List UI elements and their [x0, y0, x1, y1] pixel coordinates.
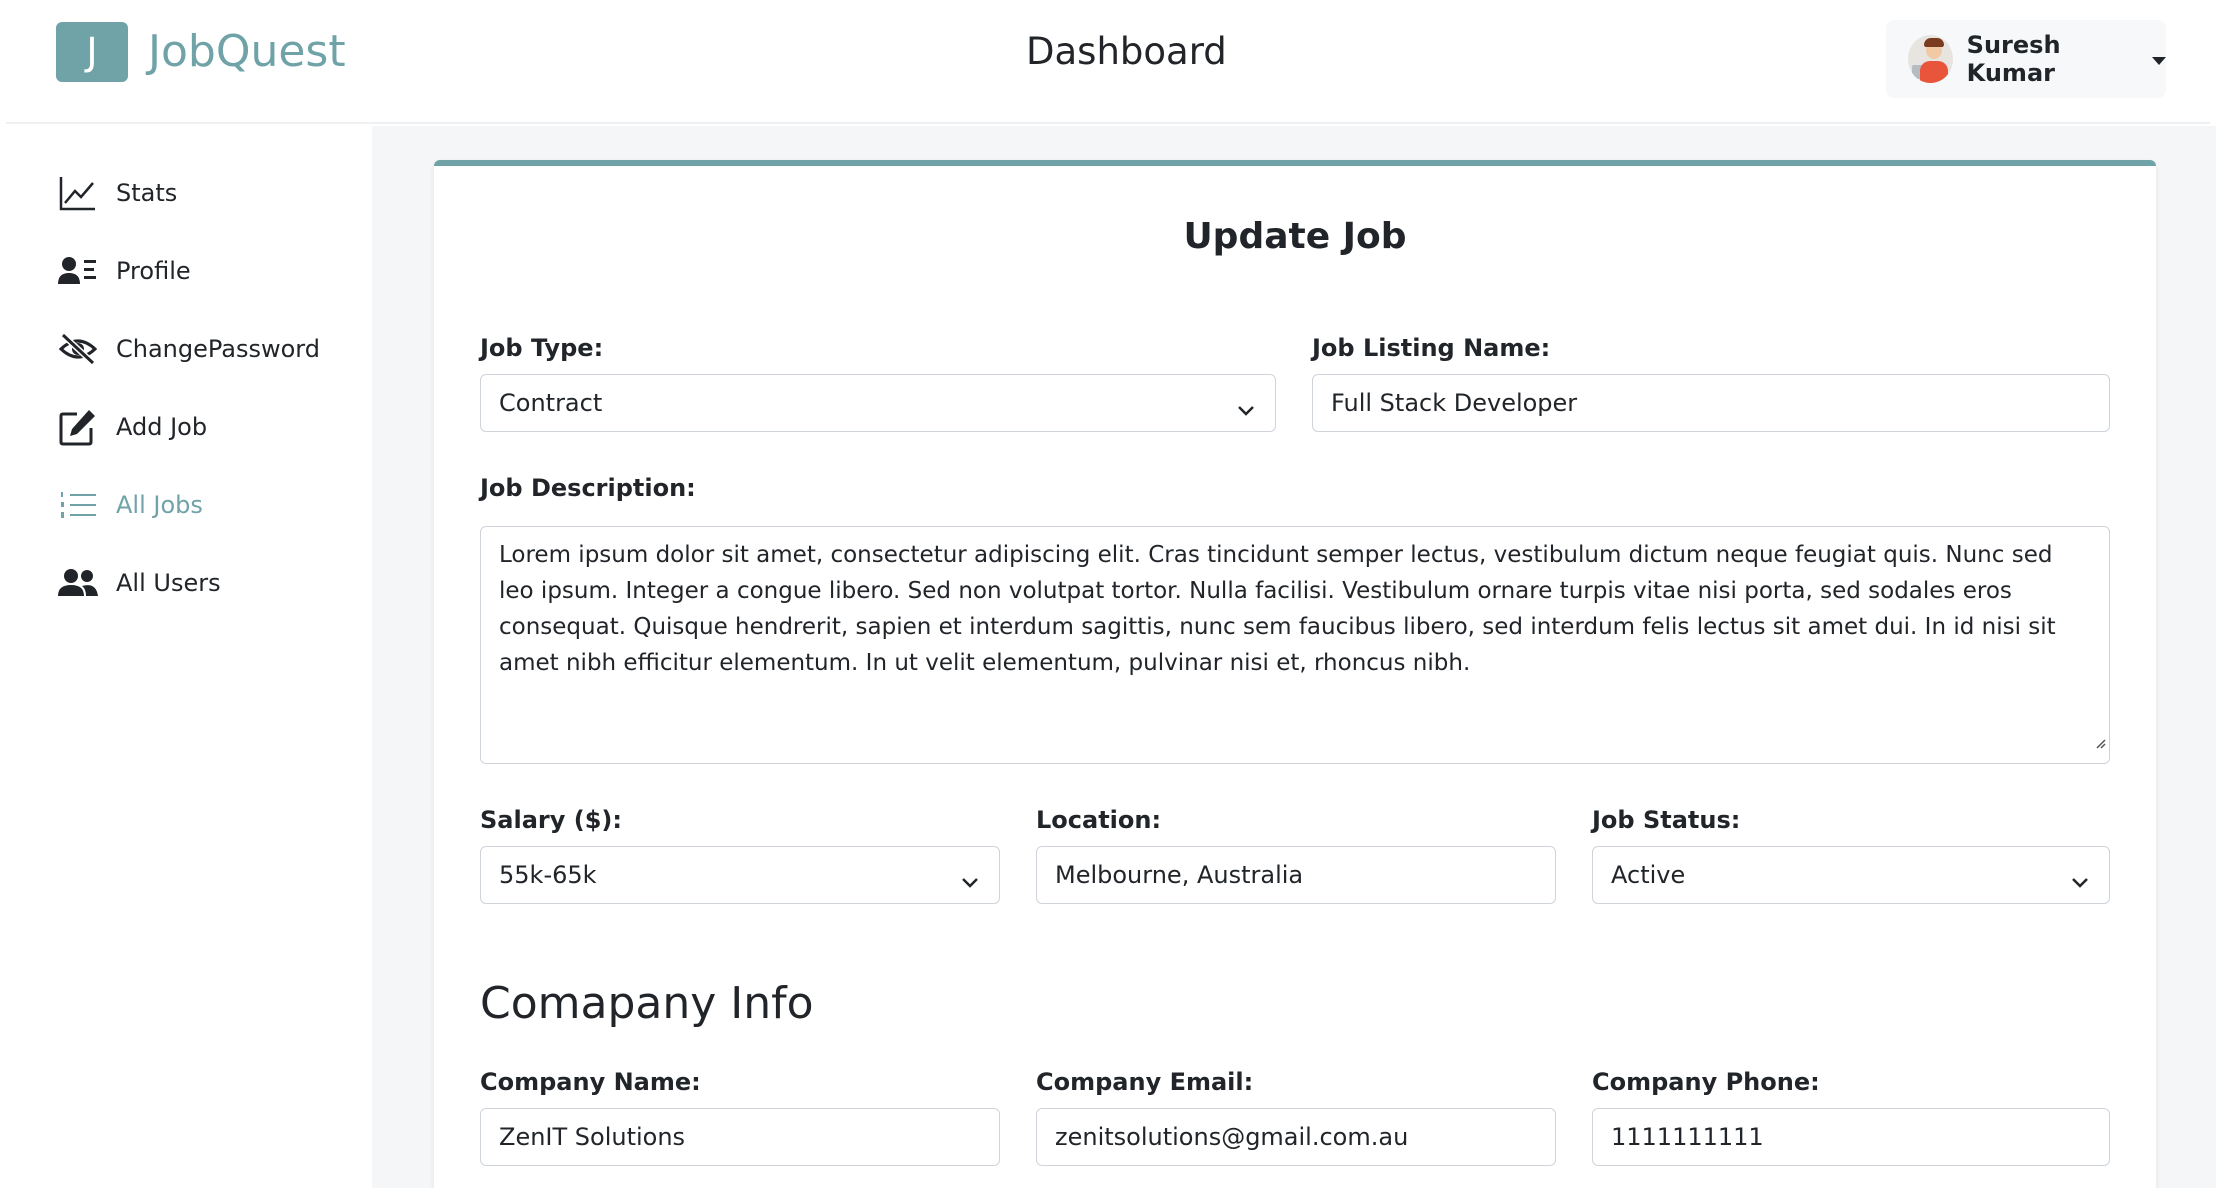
top-header: J JobQuest Dashboard Suresh Kumar [6, 0, 2210, 124]
sidebar-item-label: ChangePassword [116, 335, 320, 363]
sidebar-item-add-job[interactable]: Add Job [56, 402, 207, 452]
logo-icon[interactable]: J [56, 22, 128, 82]
list-icon [56, 483, 100, 527]
sidebar-item-label: All Jobs [116, 491, 203, 519]
job-type-label: Job Type: [480, 334, 604, 362]
salary-label: Salary ($): [480, 806, 622, 834]
sidebar-item-changepassword[interactable]: ChangePassword [56, 324, 320, 374]
job-status-value: Active [1611, 861, 1686, 889]
job-description-value: Lorem ipsum dolor sit amet, consectetur … [499, 542, 2056, 676]
sidebar-item-label: All Users [116, 569, 221, 597]
job-type-select[interactable]: Contract [480, 374, 1276, 432]
page-title: Dashboard [1026, 30, 1227, 73]
sidebar-item-label: Add Job [116, 413, 208, 441]
eye-slash-icon [56, 327, 100, 371]
job-type-value: Contract [499, 389, 603, 417]
form-title: Update Job [1183, 216, 1407, 257]
location-value: Melbourne, Australia [1055, 861, 1304, 889]
job-description-textarea[interactable]: Lorem ipsum dolor sit amet, consectetur … [480, 526, 2110, 764]
salary-select[interactable]: 55k-65k [480, 846, 1000, 904]
job-description-label: Job Description: [480, 474, 696, 502]
main-content: Update Job Job Type: Contract Job Listin… [372, 126, 2216, 1188]
job-listing-name-input[interactable]: Full Stack Developer [1312, 374, 2110, 432]
caret-down-icon [2152, 56, 2166, 65]
sidebar-item-label: Profile [116, 257, 191, 285]
sidebar-item-stats[interactable]: Stats [56, 168, 177, 218]
company-phone-value: 1111111111 [1611, 1123, 1764, 1151]
sidebar: Stats Profile ChangePassword Add Job All… [6, 126, 372, 1188]
job-listing-name-value: Full Stack Developer [1331, 389, 1578, 417]
job-listing-name-label: Job Listing Name: [1312, 334, 1551, 362]
avatar [1908, 35, 1953, 83]
location-label: Location: [1036, 806, 1162, 834]
location-input[interactable]: Melbourne, Australia [1036, 846, 1556, 904]
company-info-heading: Comapany Info [480, 978, 814, 1029]
user-menu-button[interactable]: Suresh Kumar [1886, 20, 2166, 98]
company-email-label: Company Email: [1036, 1068, 1254, 1096]
company-email-value: zenitsolutions@gmail.com.au [1055, 1123, 1409, 1151]
company-name-value: ZenIT Solutions [499, 1123, 686, 1151]
edit-square-icon [56, 405, 100, 449]
sidebar-item-all-jobs[interactable]: All Jobs [56, 480, 203, 530]
job-status-label: Job Status: [1592, 806, 1741, 834]
users-icon [56, 561, 100, 605]
profile-card-icon [56, 249, 100, 293]
update-job-card: Update Job Job Type: Contract Job Listin… [434, 160, 2156, 1188]
chevron-down-icon [1237, 395, 1255, 423]
job-status-select[interactable]: Active [1592, 846, 2110, 904]
chart-line-icon [56, 171, 100, 215]
app-name[interactable]: JobQuest [148, 26, 346, 77]
company-phone-input[interactable]: 1111111111 [1592, 1108, 2110, 1166]
company-name-input[interactable]: ZenIT Solutions [480, 1108, 1000, 1166]
company-phone-label: Company Phone: [1592, 1068, 1820, 1096]
chevron-down-icon [961, 867, 979, 895]
sidebar-item-label: Stats [116, 179, 178, 207]
sidebar-item-all-users[interactable]: All Users [56, 558, 221, 608]
resize-handle-icon[interactable] [2094, 724, 2106, 760]
company-name-label: Company Name: [480, 1068, 701, 1096]
company-email-input[interactable]: zenitsolutions@gmail.com.au [1036, 1108, 1556, 1166]
user-name: Suresh Kumar [1966, 31, 2061, 87]
salary-value: 55k-65k [499, 861, 597, 889]
chevron-down-icon [2071, 867, 2089, 895]
sidebar-item-profile[interactable]: Profile [56, 246, 191, 296]
